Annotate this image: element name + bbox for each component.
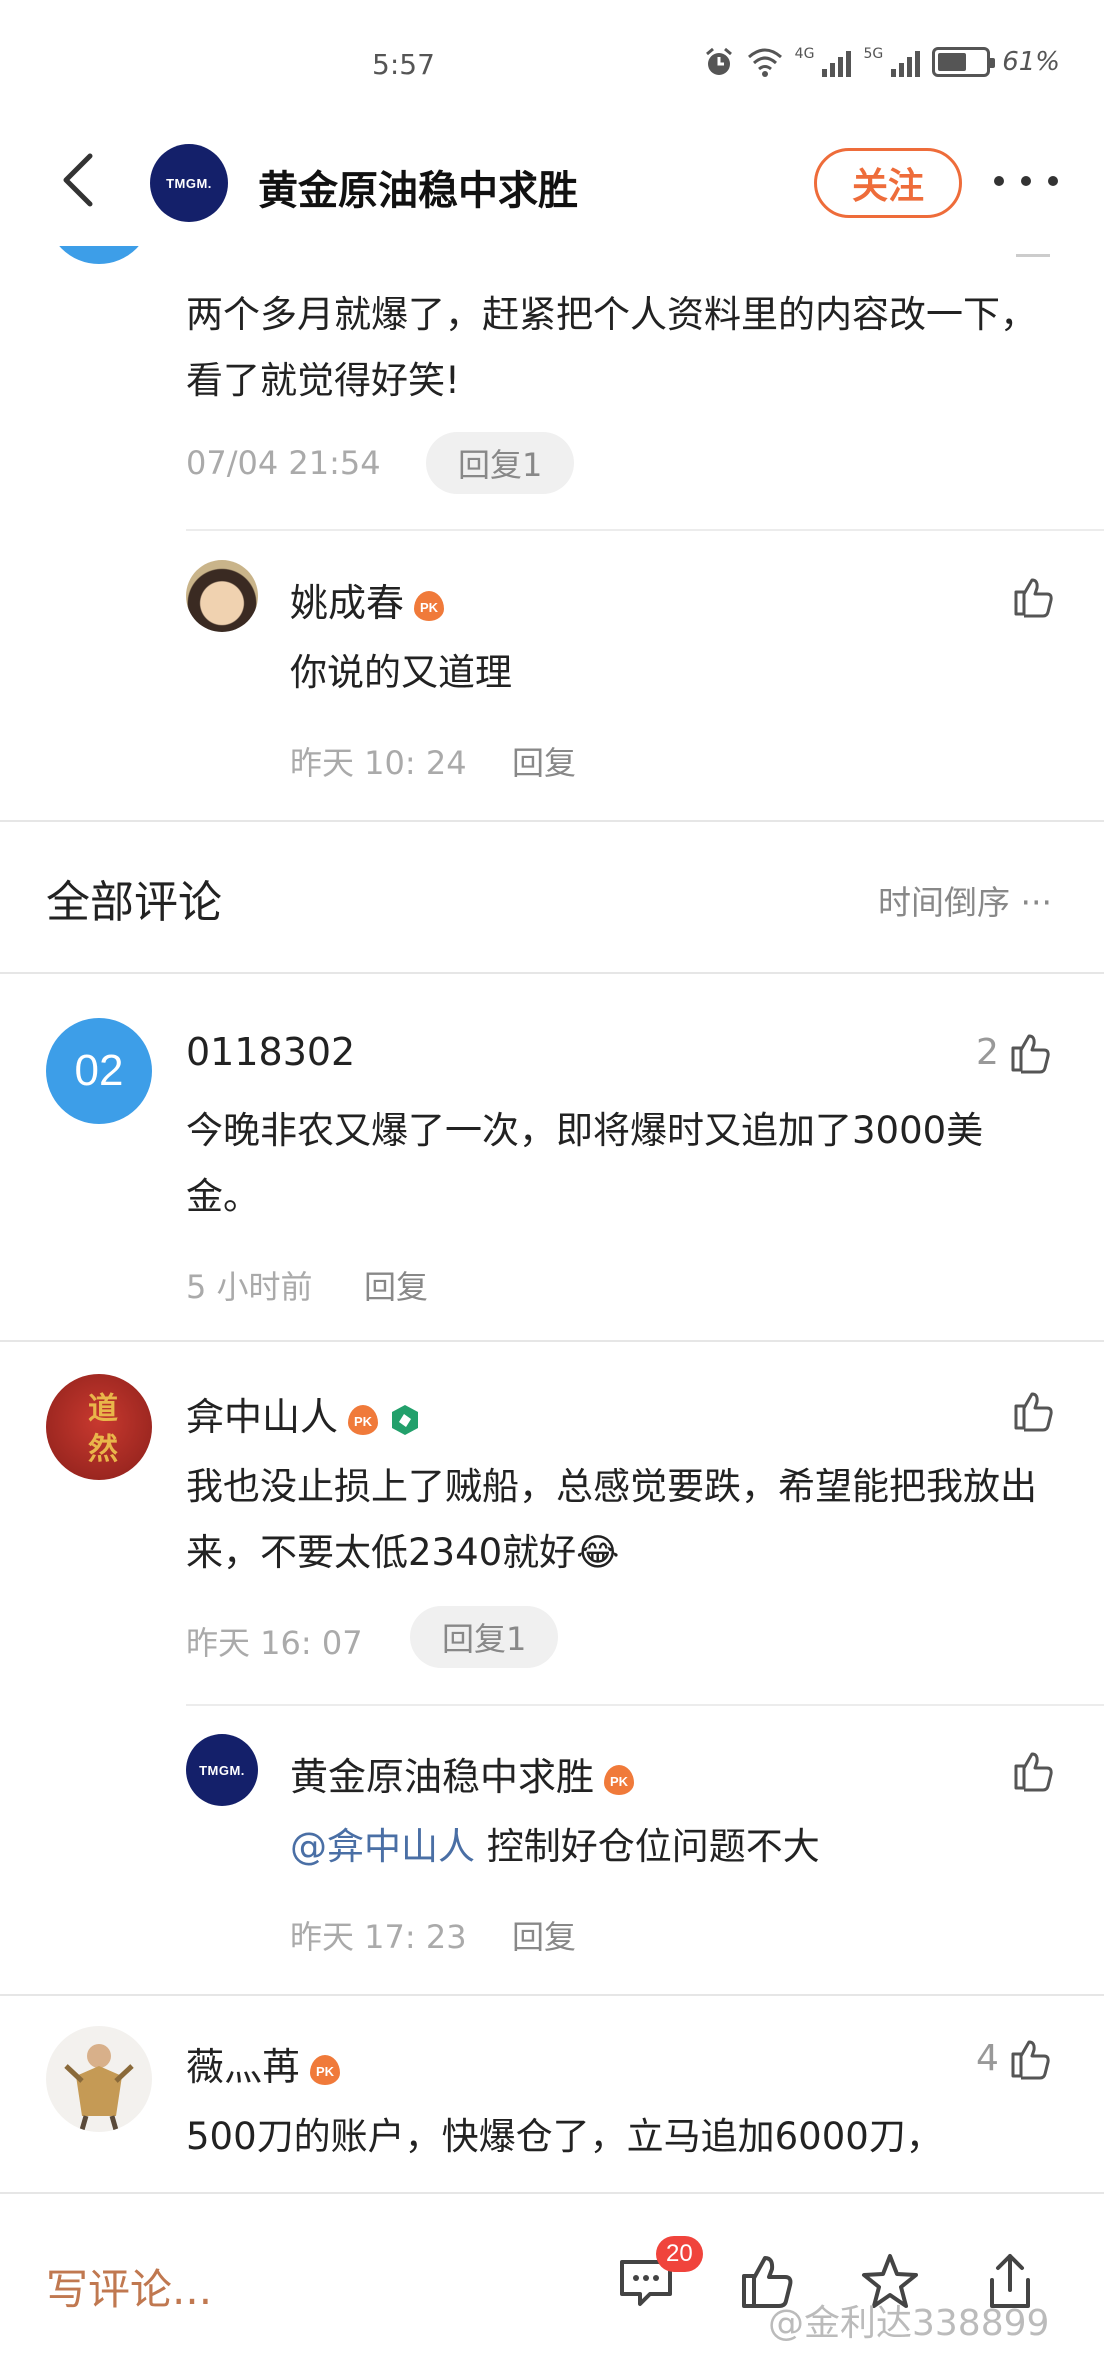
reply-button[interactable]: 回复1 — [426, 432, 575, 494]
sort-label: 时间倒序 — [878, 883, 1011, 922]
comment-username: 0118302 — [186, 1030, 356, 1074]
divider — [0, 1994, 1104, 1996]
divider — [186, 529, 1104, 531]
more-icon-dot — [1048, 176, 1058, 186]
more-button[interactable] — [994, 166, 1058, 196]
section-title: 全部评论 — [46, 877, 222, 928]
reply-username-text: 姚成春 — [290, 581, 405, 625]
comment-time: 5 小时前 — [186, 1268, 313, 1306]
reply-text: 你说的又道理 — [290, 651, 512, 694]
verified-badge-icon — [392, 1404, 419, 1435]
alarm-icon — [705, 47, 732, 75]
more-icon-dot — [1021, 176, 1031, 186]
pk-badge: PK — [348, 1404, 379, 1435]
signal-icon-1 — [822, 47, 852, 77]
watermark: @金利达338899 — [768, 2303, 1050, 2344]
mention-link[interactable]: @弇中山人 — [290, 1825, 475, 1868]
signal-icon-2 — [891, 47, 921, 77]
thumb-up-icon[interactable] — [1010, 1386, 1058, 1434]
pk-badge: PK — [604, 1764, 635, 1795]
back-icon — [63, 153, 93, 207]
reply-username-text: 黄金原油稳中求胜 — [290, 1755, 595, 1799]
battery-percent: 61% — [1002, 47, 1060, 77]
reply-button[interactable]: 回复 — [364, 1262, 428, 1308]
back-button[interactable] — [50, 150, 110, 210]
thumb-up-icon[interactable] — [1010, 1746, 1058, 1794]
reply-button[interactable]: 回复1 — [410, 1606, 559, 1668]
avatar-illustration-icon — [64, 2044, 134, 2131]
like-button[interactable]: 2 — [976, 1028, 1055, 1076]
logo-text: TMGM. — [166, 175, 212, 191]
comment-username-text: 薇灬苒 — [186, 2045, 301, 2089]
divider — [186, 1704, 1104, 1706]
thumb-up-icon — [1011, 2040, 1050, 2080]
thumb-up-icon — [1011, 1034, 1050, 1074]
avatar[interactable]: TMGM. — [186, 1734, 258, 1806]
comment-text: 我也没止损上了贼船，总感觉要跌，希望能把我放出来，不要太低2340就好😂 — [186, 1465, 1037, 1574]
network-type-2: 5G — [863, 46, 884, 62]
comment-username: 薇灬苒 PK — [186, 2036, 341, 2091]
section-divider — [0, 972, 1104, 974]
pk-badge: PK — [414, 590, 445, 621]
status-bar: 5:57 4G 5G 61% — [0, 0, 1104, 120]
battery-icon — [932, 47, 996, 77]
comment-text: 今晚非农又爆了一次，即将爆时又追加了3000美金。 — [186, 1109, 984, 1218]
avatar[interactable] — [186, 560, 258, 632]
status-icons: 4G 5G 61% — [703, 46, 1060, 78]
comment-text: 500刀的账户，快爆仓了，立马追加6000刀， — [186, 2115, 943, 2158]
comment-count-badge: 20 — [656, 2236, 703, 2272]
comment-username-text: 弇中山人 — [186, 1395, 339, 1439]
more-icon: ··· — [1010, 883, 1052, 922]
wifi-icon — [747, 48, 782, 77]
avatar[interactable]: 02 — [46, 1018, 152, 1124]
avatar-text: 02 — [74, 1046, 124, 1095]
reply-text: @弇中山人 控制好仓位问题不大 — [290, 1814, 820, 1880]
write-comment-input[interactable]: 写评论... — [46, 2256, 212, 2317]
page-title: 黄金原油稳中求胜 — [258, 168, 578, 214]
pk-badge: PK — [310, 2054, 341, 2085]
reply-time: 昨天 10: 24 — [290, 744, 467, 782]
comment-text: 两个多月就爆了，赶紧把个人资料里的内容改一下，看了就觉得好笑! — [186, 293, 1037, 402]
like-count: 2 — [976, 1031, 999, 1073]
logo-text: TMGM. — [199, 1762, 245, 1778]
reply-button[interactable]: 回复 — [512, 738, 576, 784]
comment-username: 弇中山人 PK — [186, 1386, 422, 1441]
bottom-bar: 写评论... 20 @金利达338899 — [0, 2192, 1104, 2376]
divider — [0, 1340, 1104, 1342]
sort-button[interactable]: 时间倒序 ··· — [878, 876, 1052, 924]
comment-time: 07/04 21:54 — [186, 444, 381, 482]
scroll-indicator — [1016, 254, 1050, 257]
top-header: TMGM. 黄金原油稳中求胜 关注 — [0, 120, 1104, 246]
account-avatar[interactable]: TMGM. — [150, 144, 228, 222]
status-time: 5:57 — [372, 48, 435, 81]
follow-button[interactable]: 关注 — [814, 148, 962, 218]
comment-time: 昨天 16: 07 — [186, 1624, 363, 1662]
avatar[interactable]: 道 然 — [46, 1374, 152, 1480]
like-count: 4 — [976, 2037, 999, 2079]
reply-time: 昨天 17: 23 — [290, 1918, 467, 1956]
more-icon — [994, 176, 1004, 186]
reply-button[interactable]: 回复 — [512, 1912, 576, 1958]
reply-username: 黄金原油稳中求胜 PK — [290, 1746, 635, 1801]
avatar-text: 道 然 — [82, 1391, 117, 1463]
reply-text-body: 控制好仓位问题不大 — [475, 1825, 820, 1868]
section-divider — [0, 820, 1104, 822]
thumb-up-icon[interactable] — [1010, 572, 1058, 620]
reply-username: 姚成春 PK — [290, 572, 445, 627]
network-type-1: 4G — [794, 46, 815, 62]
avatar[interactable] — [46, 2026, 152, 2132]
like-button[interactable]: 4 — [976, 2034, 1055, 2082]
